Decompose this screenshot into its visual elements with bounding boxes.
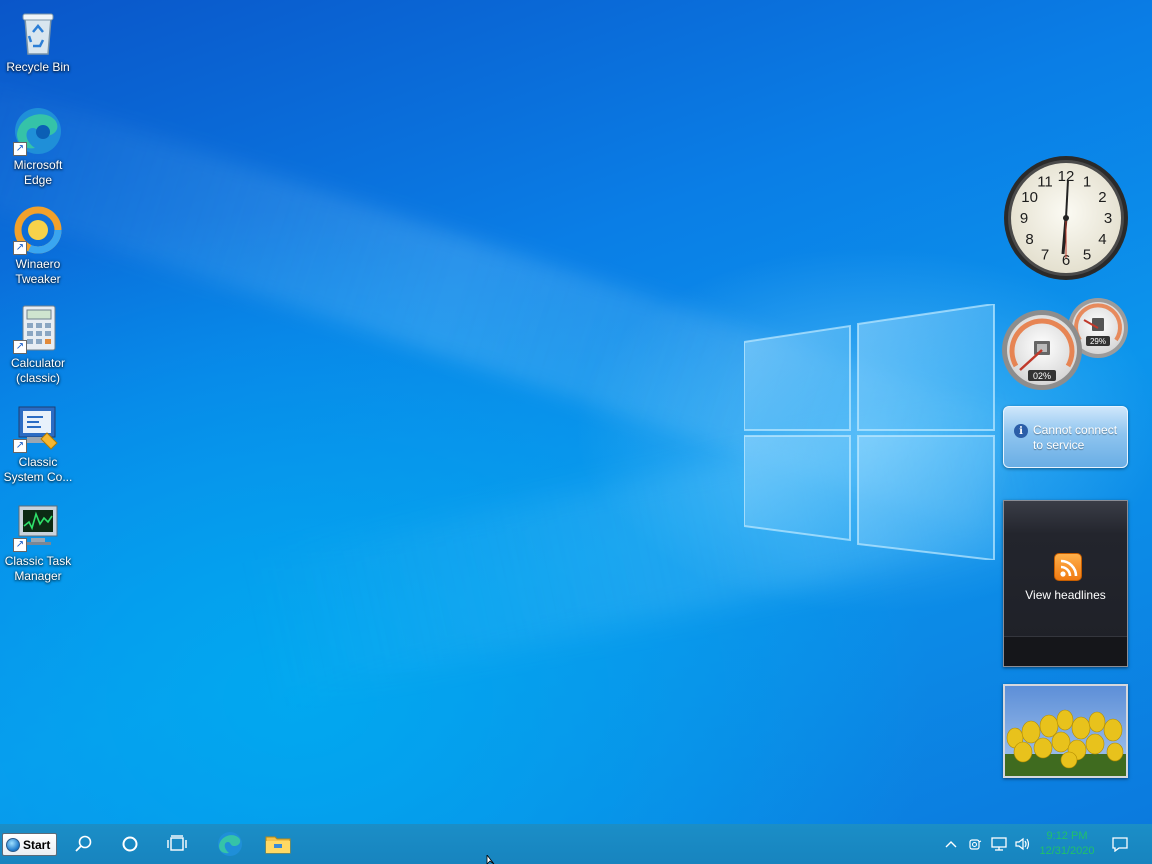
view-headlines-link[interactable]: View headlines — [1004, 588, 1127, 602]
desktop-icon-calculator[interactable]: ↗ Calculator (classic) — [1, 304, 75, 386]
task-view-button[interactable] — [156, 824, 200, 864]
desktop-icon-edge[interactable]: ↗ Microsoft Edge — [1, 106, 75, 188]
taskbar-date: 12/31/2020 — [1039, 845, 1095, 857]
desktop-icon-label: Microsoft Edge — [13, 158, 63, 187]
clock-face: 12 1234567891011 — [1004, 156, 1128, 280]
edge-icon — [218, 832, 242, 856]
cpu-value: 02% — [1033, 371, 1051, 381]
shortcut-arrow-icon: ↗ — [13, 142, 27, 156]
info-icon: i — [1014, 424, 1028, 438]
task-view-icon — [167, 835, 187, 851]
rss-icon — [1054, 553, 1082, 581]
clock-number: 10 — [1021, 189, 1038, 206]
feed-bottom-bar — [1004, 636, 1127, 666]
shortcut-arrow-icon: ↗ — [13, 538, 27, 552]
meet-now-icon — [969, 839, 982, 850]
clock-number: 2 — [1098, 189, 1106, 206]
clock-number: 11 — [1037, 174, 1053, 191]
desktop-icon-classic-task-manager[interactable]: ↗ Classic Task Manager — [1, 502, 75, 584]
memory-value: 29% — [1090, 337, 1106, 346]
clock-number: 9 — [1020, 210, 1028, 227]
search-icon — [75, 835, 92, 852]
clock-gadget[interactable]: 12 1 2 3 4 5 6 7 8 9 10 11 — [1002, 154, 1130, 282]
taskbar-clock[interactable]: 9:12 PM 12/31/2020 — [1036, 829, 1098, 859]
action-center-icon — [1112, 837, 1128, 852]
calculator-icon: ↗ — [13, 304, 63, 354]
clock-number: 12 — [1058, 168, 1075, 185]
taskbar: Start 9:12 PM 12/31/2020 — [0, 824, 1152, 864]
file-explorer-icon — [265, 836, 291, 854]
start-label: Start — [23, 837, 51, 852]
cortana-icon — [122, 836, 138, 852]
desktop-icon-label: Winaero Tweaker — [15, 257, 61, 286]
winaero-tweaker-icon: ↗ — [13, 205, 63, 255]
desktop-icon-classic-system-control[interactable]: ↗ Classic System Co... — [1, 403, 75, 485]
tulips-photo — [1005, 686, 1126, 776]
edge-icon: ↗ — [13, 106, 63, 156]
shortcut-arrow-icon: ↗ — [13, 439, 27, 453]
network-button[interactable] — [988, 824, 1010, 864]
system-control-icon: ↗ — [13, 403, 63, 453]
taskbar-time: 9:12 PM — [1046, 830, 1088, 842]
action-center-button[interactable] — [1106, 824, 1134, 864]
show-hidden-icons-button[interactable] — [942, 824, 960, 864]
chevron-up-icon — [945, 841, 957, 848]
mouse-cursor-icon — [486, 855, 495, 864]
desktop-icon-label: Classic Task Manager — [4, 554, 72, 583]
clock-number: 3 — [1104, 210, 1112, 227]
network-icon — [991, 837, 1007, 851]
volume-button[interactable] — [1012, 824, 1034, 864]
clock-number: 7 — [1041, 246, 1049, 263]
search-button[interactable] — [62, 824, 106, 864]
clock-number: 4 — [1098, 231, 1106, 248]
cortana-button[interactable] — [108, 824, 152, 864]
desktop-icon-label: Recycle Bin — [6, 60, 70, 74]
feed-headlines-gadget[interactable]: View headlines — [1003, 500, 1128, 667]
desktop-icon-winaero-tweaker[interactable]: ↗ Winaero Tweaker — [1, 205, 75, 287]
windows-logo-wallpaper — [744, 304, 995, 560]
clock-number: 1 — [1083, 174, 1091, 191]
shortcut-arrow-icon: ↗ — [13, 241, 27, 255]
cpu-meter-dials: 29% 02% — [1002, 298, 1128, 390]
recycle-bin-icon — [13, 8, 63, 58]
desktop-icon-recycle-bin[interactable]: Recycle Bin — [1, 8, 75, 75]
start-orb-icon — [6, 837, 20, 852]
clock-number: 5 — [1083, 246, 1091, 263]
weather-error-message: Cannot connect to service — [1033, 423, 1118, 452]
meet-now-button[interactable] — [964, 824, 986, 864]
volume-icon — [1015, 837, 1030, 851]
cpu-meter-gadget[interactable]: 29% 02% — [1000, 296, 1130, 392]
desktop-icon-label: Classic System Co... — [3, 455, 73, 484]
clock-number: 8 — [1025, 231, 1033, 248]
desktop-icon-label: Calculator (classic) — [10, 356, 66, 385]
start-button[interactable]: Start — [2, 833, 57, 856]
task-manager-icon: ↗ — [13, 502, 63, 552]
weather-gadget[interactable]: i Cannot connect to service — [1003, 406, 1128, 468]
taskbar-edge-button[interactable] — [208, 824, 252, 864]
file-explorer-button[interactable] — [256, 824, 300, 864]
shortcut-arrow-icon: ↗ — [13, 340, 27, 354]
slideshow-gadget[interactable] — [1003, 684, 1128, 778]
